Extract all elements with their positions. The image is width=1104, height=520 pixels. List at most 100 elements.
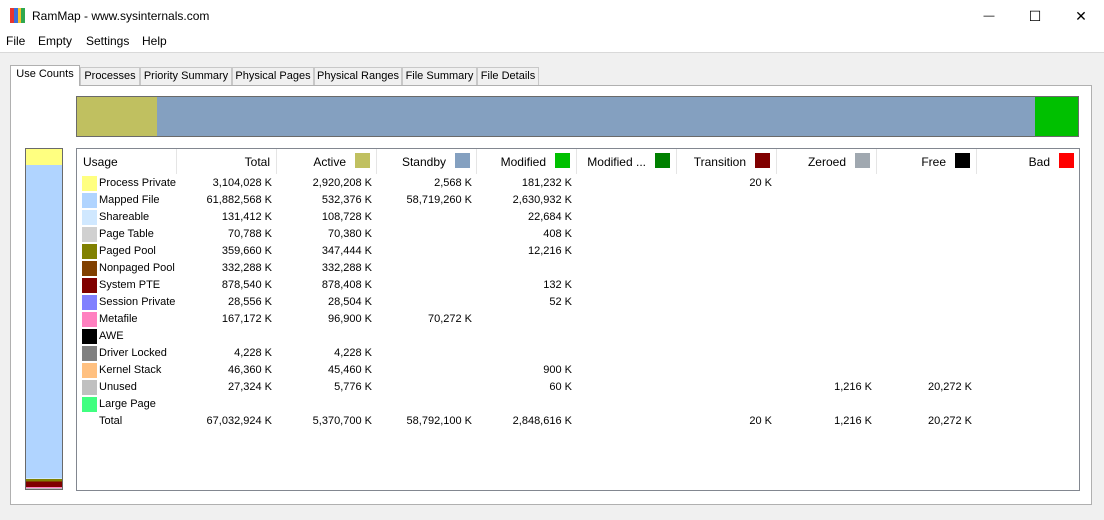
row-value-cell: 27,324 K — [227, 381, 272, 393]
menu-help[interactable]: Help — [142, 34, 167, 48]
row-usage-label: Total — [99, 415, 123, 427]
use-counts-table[interactable]: Usage Total Active Standby Modified Modified … — [76, 148, 1080, 491]
row-value-cell — [777, 209, 872, 226]
table-row[interactable]: Page Table 70,788 K 70,380 K 408 K — [77, 226, 1079, 243]
row-value-cell — [377, 379, 472, 396]
column-header[interactable]: Free — [877, 149, 977, 174]
row-value-cell — [977, 192, 1076, 209]
tab-processes[interactable]: Processes — [80, 67, 140, 85]
column-header[interactable]: Bad — [977, 149, 1079, 174]
table-row[interactable]: Driver Locked 4,228 K 4,228 K — [77, 345, 1079, 362]
table-row[interactable]: AWE — [77, 328, 1079, 345]
table-row[interactable]: Kernel Stack 46,360 K 45,460 K 900 K — [77, 362, 1079, 379]
row-value-cell — [777, 243, 872, 260]
column-header[interactable]: Standby — [377, 149, 477, 174]
row-value-cell — [677, 362, 772, 379]
column-header[interactable]: Active — [277, 149, 377, 174]
row-value-cell — [277, 396, 372, 413]
row-color-swatch — [82, 227, 97, 242]
menu-settings[interactable]: Settings — [86, 34, 129, 48]
maximize-button[interactable]: ☐ — [1012, 0, 1058, 32]
column-header[interactable]: Modified ... — [577, 149, 677, 174]
menu-file[interactable]: File — [6, 34, 25, 48]
row-color-swatch — [82, 329, 97, 344]
menu-bar: File Empty Settings Help — [0, 32, 1104, 53]
row-usage-label: Kernel Stack — [99, 364, 162, 376]
row-value-cell — [377, 209, 472, 226]
tab-use-counts[interactable]: Use Counts — [10, 65, 80, 86]
tab-physical-ranges[interactable]: Physical Ranges — [314, 67, 402, 85]
row-value-cell — [377, 345, 472, 362]
tab-file-summary[interactable]: File Summary — [402, 67, 477, 85]
column-header[interactable]: Zeroed — [777, 149, 877, 174]
row-usage-label: Unused — [99, 381, 137, 393]
row-value-cell — [577, 277, 672, 294]
row-value-cell — [377, 277, 472, 294]
table-row[interactable]: Shareable 131,412 K 108,728 K 22,684 K — [77, 209, 1079, 226]
row-value-cell: 332,288 K — [221, 262, 272, 274]
usage-bar-segment — [26, 487, 62, 489]
table-row[interactable]: Mapped File 61,882,568 K 532,376 K 58,719,2… — [77, 192, 1079, 209]
row-value-cell: 167,172 K — [221, 313, 272, 325]
table-row[interactable]: Session Private 28,556 K 28,504 K 52 K — [77, 294, 1079, 311]
row-value-cell — [377, 396, 472, 413]
row-value-cell — [177, 328, 272, 345]
row-value-cell — [977, 396, 1076, 413]
row-value-cell — [477, 260, 572, 277]
row-value-cell — [977, 345, 1076, 362]
close-button[interactable]: ✕ — [1058, 0, 1104, 32]
row-color-swatch — [82, 193, 97, 208]
row-value-cell — [577, 345, 672, 362]
row-value-cell — [977, 362, 1076, 379]
row-value-cell: 20,272 K — [927, 381, 972, 393]
row-value-cell — [577, 294, 672, 311]
column-header[interactable]: Total — [177, 149, 277, 174]
row-value-cell — [577, 226, 672, 243]
row-value-cell: 347,444 K — [321, 245, 372, 257]
table-row[interactable]: Total 67,032,924 K 5,370,700 K 58,792,100 K… — [77, 413, 1079, 430]
row-value-cell: 3,104,028 K — [212, 177, 272, 189]
row-value-cell — [677, 311, 772, 328]
tab-physical-pages[interactable]: Physical Pages — [232, 67, 314, 85]
row-value-cell — [677, 345, 772, 362]
row-usage-label: Metafile — [99, 313, 138, 325]
row-usage-label: AWE — [99, 330, 124, 342]
row-value-cell: 2,630,932 K — [512, 194, 572, 206]
table-row[interactable]: Large Page — [77, 396, 1079, 413]
column-header[interactable]: Modified — [477, 149, 577, 174]
row-value-cell — [877, 294, 972, 311]
row-value-cell — [977, 277, 1076, 294]
menu-empty[interactable]: Empty — [38, 34, 72, 48]
row-color-swatch — [82, 210, 97, 225]
usage-vertical-bar — [25, 148, 63, 490]
row-value-cell — [677, 192, 772, 209]
column-color-swatch — [955, 153, 970, 168]
row-value-cell — [577, 260, 672, 277]
minimize-button[interactable]: — — [966, 0, 1012, 32]
row-usage-label: Process Private — [99, 177, 177, 189]
table-row[interactable]: Metafile 167,172 K 96,900 K 70,272 K — [77, 311, 1079, 328]
column-header[interactable]: Usage — [77, 149, 177, 174]
column-header-label: Active — [313, 155, 346, 169]
row-value-cell: 181,232 K — [521, 177, 572, 189]
row-value-cell — [377, 362, 472, 379]
row-value-cell — [877, 243, 972, 260]
window-title: RamMap - www.sysinternals.com — [32, 9, 210, 23]
table-row[interactable]: Process Private 3,104,028 K 2,920,208 K 2,5… — [77, 175, 1079, 192]
row-value-cell — [377, 328, 472, 345]
row-value-cell — [577, 362, 672, 379]
table-row[interactable]: Paged Pool 359,660 K 347,444 K 12,216 K — [77, 243, 1079, 260]
tab-priority-summary[interactable]: Priority Summary — [140, 67, 232, 85]
table-row[interactable]: Unused 27,324 K 5,776 K 60 K 1,216 K 20,272 K — [77, 379, 1079, 396]
row-value-cell: 4,228 K — [334, 347, 372, 359]
row-value-cell: 70,380 K — [327, 228, 372, 240]
tab-file-details[interactable]: File Details — [477, 67, 539, 85]
table-row[interactable]: System PTE 878,540 K 878,408 K 132 K — [77, 277, 1079, 294]
table-row[interactable]: Nonpaged Pool 332,288 K 332,288 K — [77, 260, 1079, 277]
row-value-cell — [777, 175, 872, 192]
row-usage-label: Mapped File — [99, 194, 160, 206]
column-header[interactable]: Transition — [677, 149, 777, 174]
row-value-cell: 20 K — [749, 177, 772, 189]
row-value-cell — [877, 328, 972, 345]
row-value-cell: 2,568 K — [434, 177, 472, 189]
